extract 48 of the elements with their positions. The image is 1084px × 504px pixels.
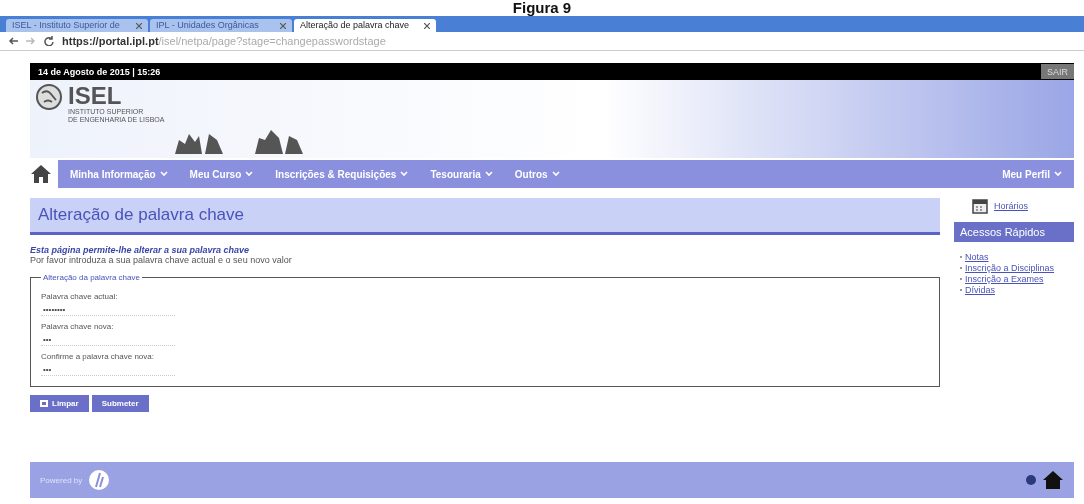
quick-access-link[interactable]: Inscrição a Disciplinas: [965, 263, 1055, 273]
close-icon[interactable]: [280, 22, 286, 29]
house-icon[interactable]: [1042, 470, 1064, 490]
quick-access-header: Acessos Rápidos: [954, 222, 1074, 242]
chevron-icon: [245, 171, 254, 177]
browser-tab[interactable]: Alteração de palavra chave: [294, 19, 436, 32]
field-label: Confirme a palavra chave nova:: [41, 352, 155, 361]
chevron-icon: [551, 171, 560, 177]
back-icon[interactable]: [8, 37, 18, 45]
nav-menu-item[interactable]: Meu Curso: [189, 168, 254, 180]
nav-menu-item[interactable]: Inscrições & Requisições: [275, 168, 409, 180]
figure-caption: Figura 9: [511, 0, 573, 16]
logout-button[interactable]: SAIR: [1041, 64, 1074, 79]
quick-access-link[interactable]: Inscrição a Exames: [965, 274, 1044, 284]
timetable-link[interactable]: Horários: [994, 201, 1028, 211]
field-label: Palavra chave nova:: [41, 322, 115, 331]
home-icon[interactable]: [30, 164, 52, 184]
nav-menu-item[interactable]: Minha Informação: [70, 168, 168, 180]
browser-tab[interactable]: IPL - Unidades Orgânicas: [150, 19, 292, 32]
powered-by-text: Powered by: [40, 475, 83, 485]
globe-logo-icon: [36, 84, 62, 110]
nav-menu-item[interactable]: Outros: [514, 168, 560, 180]
profile-menu[interactable]: Meu Perfil: [1002, 168, 1062, 180]
chevron-icon: [1054, 171, 1062, 177]
intro-text: Esta página permite-lhe alterar a sua palavra chave: [30, 245, 251, 255]
chevron-icon: [400, 171, 409, 177]
nav-menu-item[interactable]: Tesouraria: [430, 168, 493, 180]
close-icon[interactable]: [424, 22, 430, 29]
date-time: 14 de Agosto de 2015 | 15:26: [38, 66, 161, 77]
close-icon[interactable]: [136, 22, 142, 29]
submit-button[interactable]: Submeter: [91, 395, 149, 412]
instruction-text: Por favor introduza a sua palavra chave actual e o seu novo valor: [30, 255, 293, 265]
address-bar[interactable]: https://portal.ipl.pt/isel/netpa/page?stage=changepasswordstage: [0, 32, 1084, 51]
quick-access-link[interactable]: Dívidas: [965, 285, 995, 295]
quick-access-link[interactable]: Notas: [965, 252, 989, 262]
field-label: Palavra chave actual:: [41, 292, 119, 301]
chevron-icon: [159, 171, 168, 177]
page-title: Alteração de palavra chave: [30, 198, 940, 235]
calendar-icon: [972, 198, 988, 214]
browser-tab[interactable]: ISEL - Instituto Superior de: [6, 19, 148, 32]
info-icon: [1026, 475, 1036, 485]
clear-button[interactable]: Limpar: [30, 395, 89, 412]
form-legend: Alteração da palavra chave: [41, 273, 142, 282]
url-text: https://portal.ipl.pt/isel/netpa/page?stage=changepasswordstage: [62, 35, 386, 47]
brand-logo-icon: [88, 469, 111, 491]
logo-text: ISEL: [68, 84, 123, 108]
reload-icon[interactable]: [44, 36, 54, 46]
chevron-icon: [484, 171, 493, 177]
